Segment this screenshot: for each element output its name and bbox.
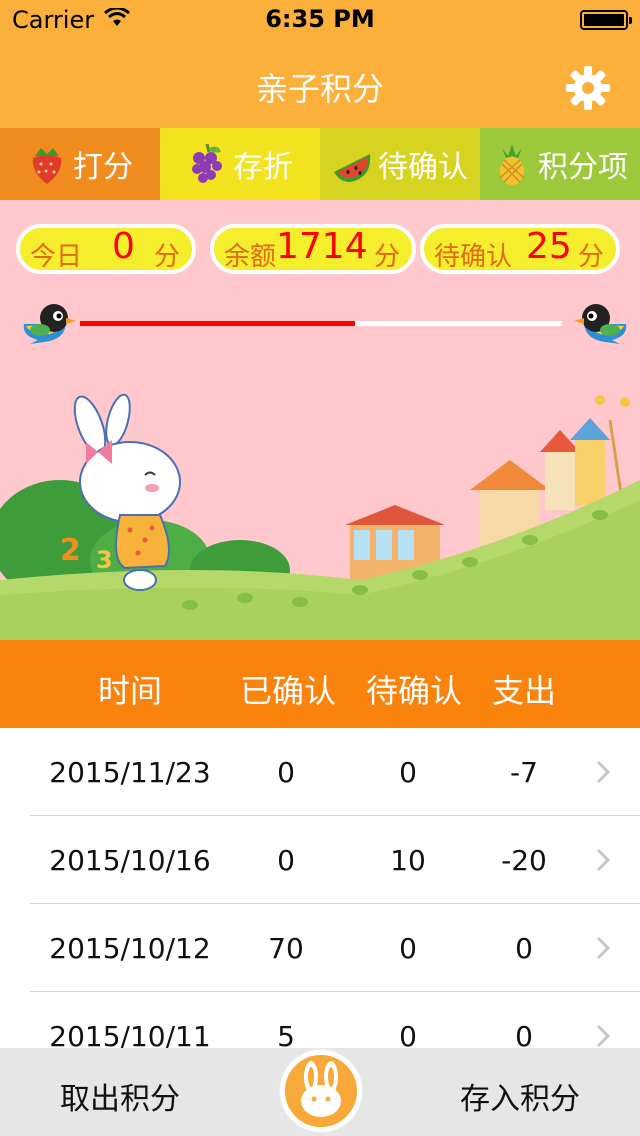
strawberry-icon [32,148,62,184]
bird-right-icon [574,304,627,344]
cartoon-scene: 2 3 [0,393,640,640]
row-confirmed: 70 [268,932,304,965]
pending-unit: 分 [577,242,604,272]
battery-icon [580,10,632,30]
tab-passbook[interactable]: 存折 [160,128,320,200]
home-button[interactable] [280,1050,362,1132]
chevron-right-icon [596,1024,610,1048]
row-expense: -20 [501,844,547,877]
svg-text:3: 3 [96,546,113,574]
grapes-icon [192,143,222,183]
pending-value: 25 [526,226,572,267]
table-row[interactable]: 2015/10/11 5 0 0 [0,992,640,1048]
chevron-right-icon [596,848,610,872]
balance-badge: 余额 1714 分 [210,224,416,274]
hero-panel: 今日 0 分 余额 1714 分 待确认 25 分 2 3 [0,200,640,640]
row-pending: 10 [390,844,426,877]
tab-bar: 打分 存折 待确认 积分项 [0,128,640,200]
today-unit: 分 [153,242,180,272]
table-row[interactable]: 2015/10/12 70 0 0 [0,904,640,992]
tab-point-items[interactable]: 积分项 [480,128,640,200]
pineapple-icon [499,144,525,185]
tab-pending-label: 待确认 [378,150,468,185]
row-date: 2015/10/12 [49,932,211,965]
row-confirmed: 0 [277,844,295,877]
balance-value: 1714 [276,226,368,267]
table-header: 时间 已确认 待确认 支出 [0,640,640,728]
row-expense: -7 [510,756,538,789]
row-expense: 0 [515,1020,533,1048]
tab-score-label: 打分 [73,150,133,185]
bird-left-icon [23,304,76,344]
pending-label: 待确认 [434,242,513,272]
rabbit-icon [301,1061,341,1117]
column-header-expense: 支出 [491,672,556,710]
column-header-confirmed: 已确认 [239,672,336,710]
watermelon-icon [334,154,371,182]
bottom-toolbar: 取出积分 存入积分 [0,1048,640,1136]
withdraw-points-button[interactable]: 取出积分 [60,1074,180,1118]
row-pending: 0 [399,932,417,965]
row-date: 2015/10/11 [49,1020,211,1048]
pending-badge: 待确认 25 分 [420,224,620,274]
today-value: 0 [112,226,135,267]
column-header-pending: 待确认 [365,672,462,710]
row-pending: 0 [399,756,417,789]
svg-text:2: 2 [60,533,81,568]
tab-passbook-label: 存折 [233,150,293,185]
clock: 6:35 PM [265,5,375,33]
top-bar: Carrier 6:35 PM 亲子积分 [0,0,640,128]
page-title: 亲子积分 [255,70,384,108]
deposit-points-button[interactable]: 存入积分 [460,1074,580,1118]
progress-track [80,321,562,326]
tab-point-items-label: 积分项 [538,150,628,185]
chevron-right-icon [596,936,610,960]
gear-icon[interactable] [566,66,610,110]
tab-pending[interactable]: 待确认 [320,128,480,200]
chevron-right-icon [596,760,610,784]
today-points-badge: 今日 0 分 [16,224,196,274]
record-list: 2015/11/23 0 0 -7 2015/10/16 0 10 -20 20… [0,728,640,1048]
table-row[interactable]: 2015/11/23 0 0 -7 [0,728,640,816]
table-row[interactable]: 2015/10/16 0 10 -20 [0,816,640,904]
balance-unit: 分 [373,242,400,272]
row-date: 2015/10/16 [49,844,211,877]
tab-score[interactable]: 打分 [0,128,160,200]
row-date: 2015/11/23 [49,756,211,789]
today-label: 今日 [30,242,83,272]
row-pending: 0 [399,1020,417,1048]
row-confirmed: 0 [277,756,295,789]
status-bar: Carrier 6:35 PM [0,0,640,40]
row-expense: 0 [515,932,533,965]
progress-fill [80,321,355,326]
column-header-date: 时间 [97,672,162,710]
balance-label: 余额 [224,242,277,272]
row-confirmed: 5 [277,1020,295,1048]
